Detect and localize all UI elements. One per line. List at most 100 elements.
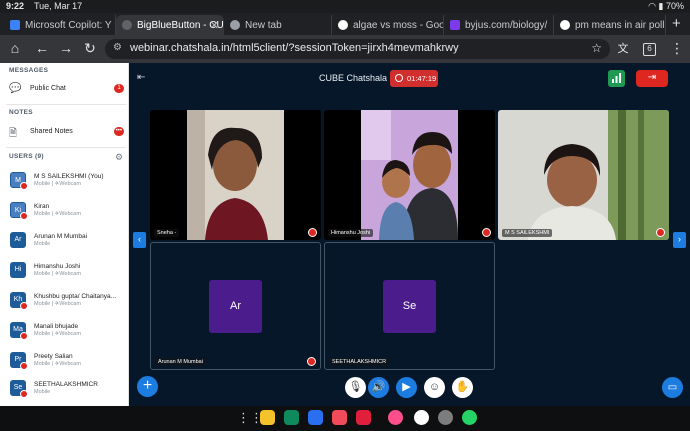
- exit-icon: ⇥: [647, 72, 657, 83]
- youtube-app-icon[interactable]: [356, 410, 371, 425]
- user-status: Mobile | ✈Webcam: [34, 361, 81, 367]
- speaker-icon: 🔊: [371, 381, 386, 393]
- avatar-tile[interactable]: Se SEETHALAKSHMICR: [324, 242, 495, 370]
- whatsapp-app-icon[interactable]: [462, 410, 477, 425]
- status-time: 9:22: [6, 1, 25, 11]
- connection-status-button[interactable]: [608, 70, 625, 87]
- user-item[interactable]: Ma Manali bhujade Mobile | ✈Webcam: [10, 322, 126, 346]
- user-item[interactable]: Kh Khushbu gupta/ Chaitanya... Mobile | …: [10, 292, 126, 316]
- participant-avatar: Se: [383, 280, 436, 333]
- site-info-icon[interactable]: ⚙: [113, 42, 122, 53]
- tab-label: algae vs moss - Goo: [353, 19, 444, 31]
- shared-notes-item[interactable]: 🗎 Shared Notes •••: [8, 125, 126, 141]
- video-tile[interactable]: Sneha -: [150, 110, 321, 240]
- url-text: webinar.chatshala.in/html5client/?sessio…: [130, 42, 459, 54]
- forward-icon[interactable]: →: [57, 40, 75, 56]
- flower-app-icon[interactable]: [388, 410, 403, 425]
- close-icon[interactable]: ✕: [210, 19, 219, 32]
- chrome-app-icon[interactable]: [414, 410, 429, 425]
- audio-button[interactable]: 🔊: [368, 377, 389, 398]
- tab-label: Microsoft Copilot: Y: [25, 19, 112, 31]
- battery-level: 70%: [665, 1, 684, 11]
- user-name: Arunan M Mumbai: [34, 233, 88, 240]
- settings-app-icon[interactable]: [438, 410, 453, 425]
- user-name: Himanshu Joshi: [34, 263, 81, 270]
- url-field[interactable]: ⚙ webinar.chatshala.in/html5client/?sess…: [105, 39, 610, 59]
- tab-copilot[interactable]: Microsoft Copilot: Y: [4, 15, 116, 35]
- tab-new[interactable]: New tab: [224, 15, 332, 35]
- tab-pm-search[interactable]: pm means in air poll: [554, 15, 666, 35]
- mute-button[interactable]: 🎙: [345, 377, 366, 398]
- participant-name: Arunan M Mumbai: [155, 358, 206, 366]
- raise-hand-button[interactable]: ✋: [452, 377, 473, 398]
- user-name: Khushbu gupta/ Chaitanya...: [34, 293, 117, 300]
- public-chat-item[interactable]: 💬 Public Chat 1: [8, 82, 126, 98]
- user-item[interactable]: Ki Kiran Mobile | ✈Webcam: [10, 202, 126, 226]
- user-item[interactable]: M M S SAILEKSHMI (You) Mobile | ✈Webcam: [10, 172, 126, 196]
- user-status: Mobile | ✈Webcam: [34, 181, 81, 187]
- address-bar-row: ⌂ ← → ↻ ⚙ webinar.chatshala.in/html5clie…: [0, 35, 690, 63]
- tab-google-search[interactable]: algae vs moss - Goo: [332, 15, 444, 35]
- tab-label: New tab: [245, 19, 282, 31]
- messages-heading: MESSAGES: [9, 67, 49, 74]
- mic-muted-icon: [656, 228, 665, 237]
- recording-indicator[interactable]: 01:47:19: [390, 70, 438, 87]
- back-icon[interactable]: ←: [33, 40, 51, 56]
- next-page-button[interactable]: ›: [673, 232, 686, 248]
- user-name: Manali bhujade: [34, 323, 79, 330]
- previous-page-button[interactable]: ‹: [133, 232, 146, 248]
- tab-label: byjus.com/biology/: [465, 19, 548, 31]
- tab-strip: Microsoft Copilot: Y BigBlueButton - CU …: [0, 13, 690, 35]
- user-status: Mobile | ✈Webcam: [34, 271, 81, 277]
- participant-avatar: Ar: [209, 280, 262, 333]
- unread-badge: 1: [114, 84, 124, 93]
- user-list-toggle-icon[interactable]: ⇤: [137, 72, 145, 83]
- notes-app-icon[interactable]: [260, 410, 275, 425]
- home-icon[interactable]: ⌂: [6, 40, 24, 56]
- user-status: Mobile: [34, 241, 51, 247]
- user-name: Preety Salian: [34, 353, 73, 360]
- screen-icon: ▭: [667, 382, 678, 393]
- phone-app-icon[interactable]: [284, 410, 299, 425]
- notes-icon: 🗎: [9, 128, 18, 139]
- messages-app-icon[interactable]: [308, 410, 323, 425]
- translate-icon[interactable]: 文: [614, 40, 632, 56]
- actions-button[interactable]: +: [137, 376, 158, 397]
- contacts-app-icon[interactable]: [332, 410, 347, 425]
- participant-name: SEETHALAKSHMICR: [329, 358, 390, 366]
- participant-name: M S SAILEKSHMI: [502, 229, 553, 237]
- menu-icon[interactable]: ⋮: [668, 40, 686, 57]
- smiley-icon: ☺: [428, 381, 441, 393]
- video-tile[interactable]: Himanshu Joshi: [324, 110, 495, 240]
- user-item[interactable]: Hi Himanshu Joshi Mobile | ✈Webcam: [10, 262, 126, 286]
- tab-bigbluebutton[interactable]: BigBlueButton - CU ✕: [116, 15, 224, 35]
- webcam-feed-image: [498, 110, 669, 240]
- signal-icon: [612, 73, 621, 83]
- avatar-tile[interactable]: Ar Arunan M Mumbai: [150, 242, 321, 370]
- status-battery: ◠ ▮ 70%: [648, 1, 684, 12]
- user-item[interactable]: Ar Arunan M Mumbai Mobile: [10, 232, 126, 256]
- new-tab-button[interactable]: +: [672, 15, 681, 32]
- user-status: Mobile | ✈Webcam: [34, 211, 81, 217]
- record-icon: [395, 74, 403, 82]
- divider: [6, 147, 126, 148]
- gear-icon[interactable]: ⚙: [115, 152, 123, 163]
- tab-switcher-button[interactable]: 6: [643, 43, 656, 56]
- reload-icon[interactable]: ↻: [81, 40, 99, 57]
- leave-meeting-button[interactable]: ⇥: [636, 70, 668, 87]
- presentation-button[interactable]: ▭: [662, 377, 683, 398]
- shared-notes-label: Shared Notes: [30, 128, 73, 135]
- video-tile[interactable]: M S SAILEKSHMI: [498, 110, 669, 240]
- user-item[interactable]: Pr Preety Salian Mobile | ✈Webcam: [10, 352, 126, 376]
- user-item[interactable]: Se SEETHALAKSHMICR Mobile: [10, 380, 126, 404]
- camera-icon: ▶: [402, 381, 411, 393]
- star-icon[interactable]: ☆: [591, 41, 602, 55]
- webcam-button[interactable]: ▶: [396, 377, 417, 398]
- mic-off-icon: 🎙: [348, 381, 363, 393]
- avatar: Hi: [10, 262, 26, 278]
- recording-time: 01:47:19: [407, 74, 437, 83]
- reactions-button[interactable]: ☺: [424, 377, 445, 398]
- tab-byjus[interactable]: byjus.com/biology/: [444, 15, 554, 35]
- byjus-icon: [450, 20, 460, 30]
- mic-muted-icon: [308, 228, 317, 237]
